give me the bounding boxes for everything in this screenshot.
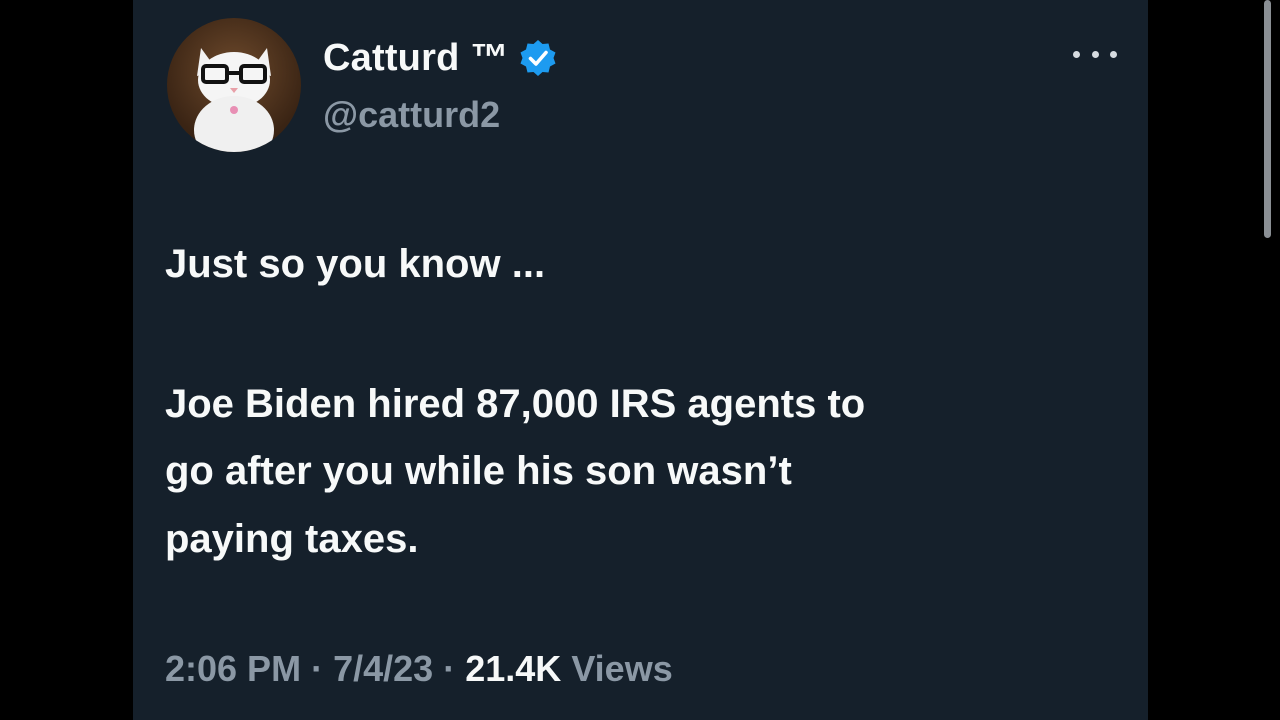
more-options-icon[interactable] bbox=[1073, 44, 1117, 64]
tweet-text-line: paying taxes. bbox=[165, 517, 419, 561]
tweet-text-line: Just so you know ... bbox=[165, 242, 546, 286]
avatar[interactable] bbox=[167, 18, 301, 152]
tweet-text-line: Joe Biden hired 87,000 IRS agents to bbox=[165, 382, 866, 426]
tweet-time[interactable]: 2:06 PM bbox=[165, 648, 301, 689]
dot bbox=[1091, 50, 1099, 58]
tweet-metadata: 2:06 PM · 7/4/23 · 21.4K Views bbox=[165, 648, 673, 690]
dot bbox=[1073, 50, 1080, 58]
tweet-date[interactable]: 7/4/23 bbox=[333, 648, 433, 689]
tweet-card: Catturd ™ @catturd2 Just so you know ...… bbox=[133, 0, 1271, 720]
verified-badge-icon bbox=[520, 40, 556, 76]
scrollbar-thumb[interactable] bbox=[1264, 0, 1271, 238]
views-count[interactable]: 21.4K bbox=[465, 648, 561, 689]
separator: · bbox=[311, 648, 324, 689]
separator: · bbox=[443, 648, 456, 689]
user-handle[interactable]: @catturd2 bbox=[323, 94, 500, 136]
dot bbox=[1110, 50, 1117, 58]
tweet-text-line: go after you while his son wasn’t bbox=[165, 449, 792, 493]
author-name-row: Catturd ™ bbox=[323, 36, 558, 80]
screenshot-frame: Catturd ™ @catturd2 Just so you know ...… bbox=[0, 0, 1280, 720]
cat-with-glasses-avatar-icon bbox=[194, 48, 274, 152]
display-name[interactable]: Catturd ™ bbox=[323, 37, 508, 80]
views-label: Views bbox=[571, 648, 673, 689]
